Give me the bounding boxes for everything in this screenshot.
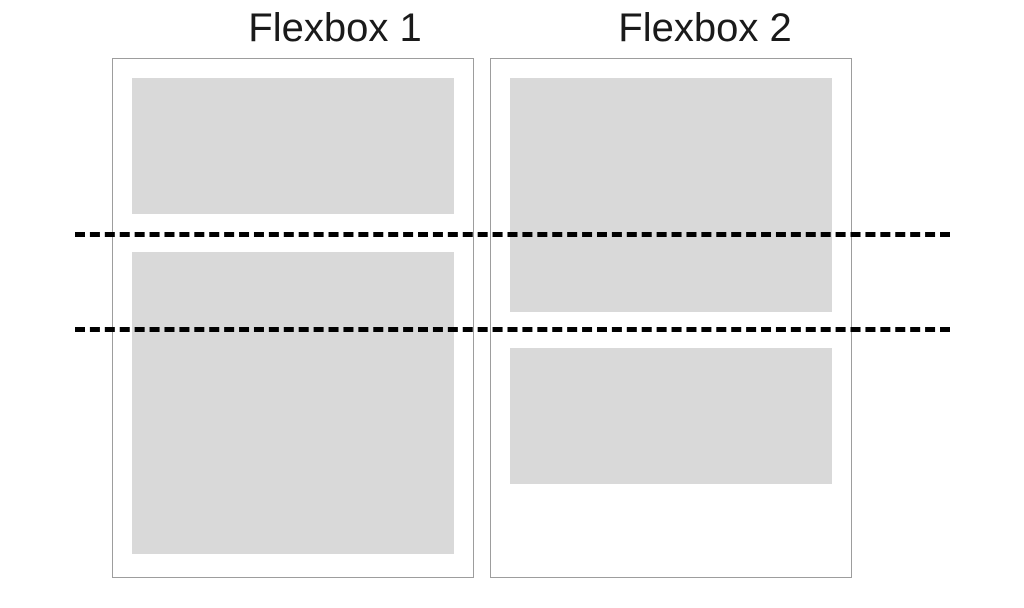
flexbox-2-item-top — [510, 78, 832, 312]
flexbox-1-item-top — [132, 78, 454, 214]
alignment-guide-lower — [75, 327, 950, 332]
flexbox-2-item-bottom — [510, 348, 832, 484]
alignment-guide-upper — [75, 232, 950, 237]
flexbox-1-item-bottom — [132, 252, 454, 554]
flexbox-2-title: Flexbox 2 — [565, 6, 845, 51]
flexbox-alignment-diagram: Flexbox 1 Flexbox 2 — [0, 0, 1024, 608]
flexbox-1-title: Flexbox 1 — [195, 6, 475, 51]
